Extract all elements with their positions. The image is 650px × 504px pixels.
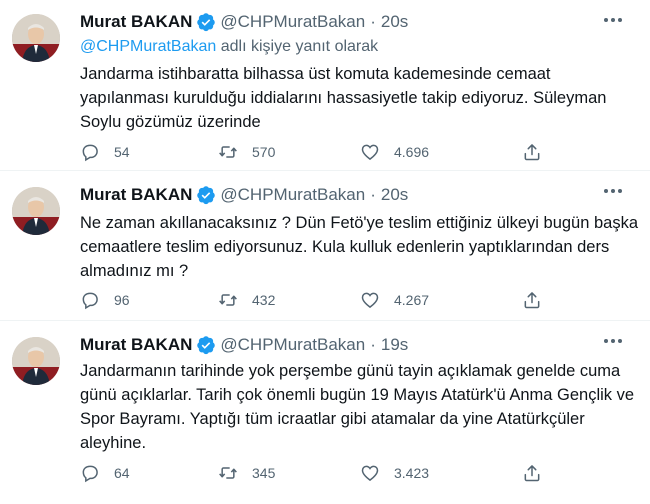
like-count: 3.423 <box>394 465 430 481</box>
reply-button[interactable]: 54 <box>80 140 130 164</box>
share-icon <box>524 465 540 482</box>
share-icon <box>524 292 540 309</box>
reply-count: 54 <box>114 144 130 160</box>
like-button[interactable]: 4.267 <box>360 288 429 312</box>
tweet-actions: 64 345 3.423 <box>80 461 560 485</box>
author-handle[interactable]: @CHPMuratBakan <box>220 12 365 32</box>
like-count: 4.267 <box>394 292 430 308</box>
tweet-text: Jandarma istihbaratta bilhassa üst komut… <box>80 65 607 131</box>
reply-icon <box>82 144 98 162</box>
like-icon <box>361 292 379 309</box>
reply-count: 64 <box>114 465 130 481</box>
author-name[interactable]: Murat BAKAN <box>80 12 192 32</box>
share-button[interactable] <box>522 140 542 164</box>
avatar[interactable] <box>12 187 60 235</box>
separator-dot: · <box>370 12 376 31</box>
retweet-count: 570 <box>252 144 276 160</box>
like-button[interactable]: 3.423 <box>360 461 429 485</box>
author-name[interactable]: Murat BAKAN <box>80 335 192 355</box>
avatar-image <box>12 187 60 235</box>
share-icon <box>524 144 540 161</box>
reply-button[interactable]: 64 <box>80 461 130 485</box>
separator-dot: · <box>370 185 376 204</box>
reply-to-label: adlı kişiye yanıt olarak <box>216 38 379 55</box>
separator-dot: · <box>370 335 376 354</box>
author-name[interactable]: Murat BAKAN <box>80 185 192 205</box>
verified-badge-icon <box>197 336 216 355</box>
like-icon <box>361 465 379 482</box>
verified-badge-icon <box>197 13 216 32</box>
tweet-header: Murat BAKAN @CHPMuratBakan · 20s <box>80 184 408 206</box>
tweet-header: Murat BAKAN @CHPMuratBakan · 20s <box>80 11 408 33</box>
tweet[interactable]: Murat BAKAN @CHPMuratBakan · 20s Ne zama… <box>0 171 650 321</box>
reply-icon <box>82 465 98 483</box>
tweet-time[interactable]: 20s <box>381 12 408 32</box>
avatar[interactable] <box>12 337 60 385</box>
share-button[interactable] <box>522 288 542 312</box>
tweet[interactable]: Murat BAKAN @CHPMuratBakan · 19s Jandarm… <box>0 321 650 504</box>
reply-context: @CHPMuratBakan adlı kişiye yanıt olarak <box>80 38 378 56</box>
tweet[interactable]: Murat BAKAN @CHPMuratBakan · 20s @CHPMur… <box>0 0 650 171</box>
retweet-button[interactable]: 432 <box>218 288 275 312</box>
author-handle[interactable]: @CHPMuratBakan <box>220 185 365 205</box>
share-button[interactable] <box>522 461 542 485</box>
retweet-button[interactable]: 345 <box>218 461 275 485</box>
like-icon <box>361 144 379 161</box>
more-icon[interactable] <box>602 335 624 347</box>
avatar[interactable] <box>12 14 60 62</box>
avatar-image <box>12 14 60 62</box>
retweet-icon <box>219 294 237 306</box>
like-count: 4.696 <box>394 144 430 160</box>
tweet-time[interactable]: 20s <box>381 185 408 205</box>
verified-badge-icon <box>197 186 216 205</box>
author-handle[interactable]: @CHPMuratBakan <box>220 335 365 355</box>
like-button[interactable]: 4.696 <box>360 140 429 164</box>
retweet-count: 345 <box>252 465 276 481</box>
reply-icon <box>82 292 98 310</box>
retweet-button[interactable]: 570 <box>218 140 275 164</box>
tweet-actions: 54 570 4.696 <box>80 140 560 164</box>
retweet-icon <box>219 146 237 158</box>
reply-to-link[interactable]: @CHPMuratBakan <box>80 38 216 55</box>
tweet-actions: 96 432 4.267 <box>80 288 560 312</box>
retweet-icon <box>219 467 237 479</box>
more-icon[interactable] <box>602 185 624 197</box>
more-icon[interactable] <box>602 14 624 26</box>
tweet-header: Murat BAKAN @CHPMuratBakan · 19s <box>80 334 408 356</box>
tweet-text: Jandarmanın tarihinde yok perşembe günü … <box>80 362 635 452</box>
retweet-count: 432 <box>252 292 276 308</box>
tweet-text: Ne zaman akıllanacaksınız ? Dün Fetö'ye … <box>80 214 639 280</box>
tweet-time[interactable]: 19s <box>381 335 408 355</box>
reply-count: 96 <box>114 292 130 308</box>
reply-button[interactable]: 96 <box>80 288 130 312</box>
tweet-feed: Murat BAKAN @CHPMuratBakan · 20s @CHPMur… <box>0 0 650 504</box>
avatar-image <box>12 337 60 385</box>
